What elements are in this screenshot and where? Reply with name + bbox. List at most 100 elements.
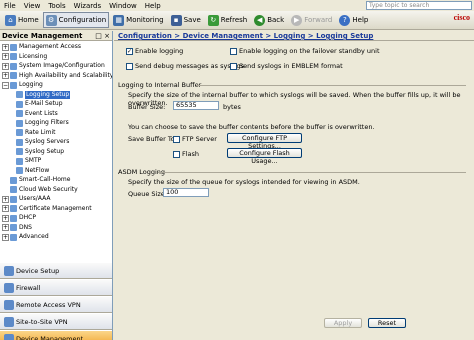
tree-item[interactable]: + Users/AAA [2, 195, 50, 203]
configure-ftp-button[interactable]: Configure FTP Settings... [227, 133, 302, 150]
tree-item[interactable]: + Advanced [2, 233, 49, 241]
refresh-button[interactable]: ↻ Refresh [205, 12, 250, 28]
reset-button[interactable]: Reset [368, 318, 406, 328]
expand-icon[interactable]: + [2, 195, 9, 203]
back-icon: ◀ [254, 14, 266, 26]
tree-node-icon [10, 43, 17, 51]
content-panel: Configuration > Device Management > Logg… [114, 31, 474, 340]
monitoring-button[interactable]: ▦ Monitoring [110, 12, 166, 28]
tree-item-label: Cloud Web Security [19, 185, 78, 193]
expand-icon[interactable]: + [2, 72, 9, 79]
ftp-server-checkbox[interactable]: FTP Server [173, 135, 217, 143]
monitoring-label: Monitoring [126, 16, 164, 24]
checkbox-box [230, 62, 237, 70]
apply-button[interactable]: Apply [324, 318, 362, 328]
tree-item[interactable]: Syslog Servers [16, 138, 69, 146]
nav-button[interactable]: Site-to-Site VPN [0, 313, 112, 330]
flash-checkbox[interactable]: Flash [173, 150, 199, 158]
configuration-icon: ⚙ [45, 14, 57, 26]
tree-node-icon [10, 72, 17, 79]
expand-icon[interactable]: + [2, 205, 9, 212]
expand-icon[interactable]: + [2, 224, 9, 231]
buffer-size-input[interactable]: 65535 [173, 101, 219, 110]
tree-node-icon [16, 129, 23, 136]
tree-item[interactable]: Syslog Setup [16, 148, 64, 156]
tree-item[interactable]: E-Mail Setup [16, 100, 63, 108]
menu-help[interactable]: Help [141, 2, 165, 10]
home-button[interactable]: ⌂ Home [2, 12, 42, 28]
menu-bar: File View Tools Wizards Window Help Type… [0, 0, 474, 11]
checkbox-box [173, 135, 180, 143]
tree-item-label: NetFlow [25, 166, 50, 174]
enable-failover-checkbox[interactable]: Enable logging on the failover standby u… [230, 47, 380, 55]
left-panel-title: Device Management □ × [0, 31, 112, 41]
tree-item[interactable]: + High Availability and Scalability [2, 72, 112, 80]
nav-button-icon [4, 265, 14, 276]
nav-button[interactable]: Remote Access VPN [0, 296, 112, 313]
tree-item-label: Syslog Setup [25, 147, 65, 155]
tree-item[interactable]: SMTP [16, 157, 41, 165]
tree-item[interactable]: − Logging [2, 81, 43, 89]
enable-failover-label: Enable logging on the failover standby u… [239, 47, 380, 55]
nav-button-icon [4, 282, 14, 293]
tree-node-icon [10, 53, 17, 60]
home-icon: ⌂ [5, 14, 16, 26]
nav-button[interactable]: Device Setup [0, 262, 112, 279]
help-button[interactable]: ? Help [336, 12, 371, 28]
send-debug-label: Send debug messages as syslogs [135, 62, 245, 70]
nav-button[interactable]: Firewall [0, 279, 112, 296]
tree-node-icon [16, 138, 23, 146]
checkbox-box [126, 62, 133, 70]
save-button[interactable]: ▪ Save [168, 12, 204, 28]
tree-item-label: Smart-Call-Home [19, 176, 71, 183]
collapse-icon[interactable]: − [2, 81, 9, 89]
tree-item[interactable]: Rate Limit [16, 129, 56, 137]
menu-file[interactable]: File [0, 2, 20, 10]
panel-controls[interactable]: □ × [95, 31, 110, 41]
back-button[interactable]: ◀ Back [251, 12, 287, 28]
forward-button[interactable]: ▶ Forward [288, 12, 335, 28]
enable-logging-checkbox[interactable]: ✓ Enable logging [126, 47, 183, 55]
configure-flash-button[interactable]: Configure Flash Usage... [227, 148, 302, 165]
tree-item[interactable]: + DHCP [2, 214, 36, 222]
tree-node-icon [10, 195, 17, 203]
tree-item[interactable]: Event Lists [16, 110, 58, 118]
menu-view[interactable]: View [20, 2, 45, 10]
nav-button-label: Device Management [16, 334, 84, 340]
expand-icon[interactable]: + [2, 53, 9, 60]
send-debug-checkbox[interactable]: Send debug messages as syslogs [126, 62, 244, 70]
expand-icon[interactable]: + [2, 43, 9, 51]
menu-window[interactable]: Window [105, 2, 141, 10]
tree-item[interactable]: NetFlow [16, 167, 49, 175]
forward-icon: ▶ [291, 14, 303, 26]
queue-size-input[interactable]: 100 [163, 188, 209, 197]
tree-item[interactable]: + Certificate Management [2, 205, 92, 213]
send-emblem-checkbox[interactable]: Send syslogs in EMBLEM format [230, 62, 343, 70]
tree-item[interactable]: Logging Filters [16, 119, 69, 127]
configuration-button[interactable]: ⚙ Configuration [42, 12, 110, 28]
refresh-icon: ↻ [207, 14, 219, 26]
tree-item[interactable]: Smart-Call-Home [2, 176, 70, 184]
menu-tools[interactable]: Tools [44, 2, 69, 10]
check-icon: ✓ [126, 47, 133, 55]
tree-item[interactable]: + Management Access [2, 43, 81, 51]
tree-item[interactable]: Cloud Web Security [2, 186, 78, 194]
queue-size-label: Queue Size: [128, 190, 167, 198]
tree-node-icon [10, 214, 17, 222]
tree-item[interactable]: Logging Setup [16, 90, 71, 99]
expand-icon[interactable]: + [2, 233, 9, 241]
menu-wizards[interactable]: Wizards [70, 2, 106, 10]
buffer-size-label: Buffer Size: [128, 103, 166, 111]
expand-icon[interactable]: + [2, 62, 9, 70]
tree-item[interactable]: + Licensing [2, 53, 47, 61]
tree-item[interactable]: + DNS [2, 224, 32, 232]
tree-item[interactable]: + System Image/Configuration [2, 62, 105, 70]
nav-button[interactable]: Device Management [0, 330, 112, 340]
tree-item-label: Advanced [19, 233, 49, 240]
tree-node-icon [10, 233, 17, 241]
expand-icon[interactable]: + [2, 214, 9, 222]
tree-node-icon [10, 62, 17, 70]
tree-item-label: Logging Setup [25, 90, 71, 99]
asdm-description: Specify the size of the queue for syslog… [128, 178, 360, 186]
search-input[interactable]: Type topic to search [366, 1, 472, 10]
